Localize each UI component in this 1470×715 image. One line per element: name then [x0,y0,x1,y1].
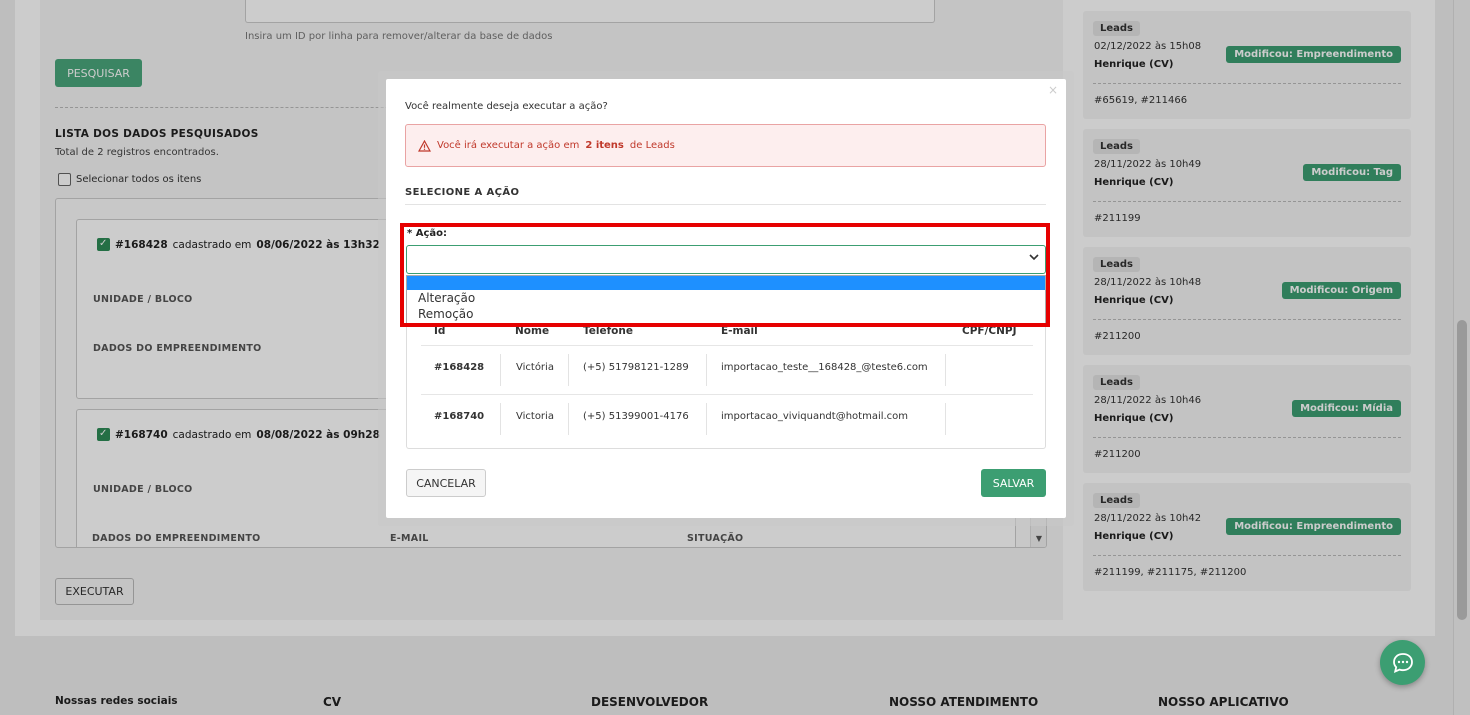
column-divider [706,354,707,386]
chat-button[interactable] [1380,640,1425,685]
confirm-modal: × Você realmente deseja executar a ação?… [386,79,1066,518]
cancel-button[interactable]: CANCELAR [406,469,486,497]
column-divider [945,403,946,435]
column-divider [568,403,569,435]
row-email: importacao_teste__168428_@teste6.com [721,362,928,373]
row-name: Victória [516,362,554,373]
alert-text-post: de Leads [629,140,675,151]
alert-text-count: 2 itens [585,140,624,151]
column-divider [500,403,501,435]
table-row: #168740 Victoria (+5) 51399001-4176 impo… [421,394,1033,442]
row-email: importacao_viviquandt@hotmail.com [721,411,909,422]
column-divider [500,354,501,386]
row-id: #168740 [434,411,485,422]
section-title: SELECIONE A AÇÃO [405,187,520,198]
save-button[interactable]: SALVAR [981,469,1046,497]
column-divider [945,354,946,386]
warning-alert: Você irá executar a ação em 2 itens de L… [405,124,1046,167]
items-table: Id Nome Telefone E-mail CPF/CNPJ #168428… [406,325,1046,449]
row-phone: (+5) 51399001-4176 [583,411,689,422]
highlight-frame [400,223,1050,327]
column-divider [568,354,569,386]
chat-icon [1392,652,1413,673]
alert-text-pre: Você irá executar a ação em [437,140,580,151]
section-divider [405,204,1046,205]
row-id: #168428 [434,362,485,373]
row-name: Victoria [516,411,554,422]
row-phone: (+5) 51798121-1289 [583,362,689,373]
confirm-text: Você realmente deseja executar a ação? [405,101,608,112]
close-icon[interactable]: × [1048,83,1058,97]
warning-icon [418,139,431,152]
column-divider [706,403,707,435]
table-row: #168428 Victória (+5) 51798121-1289 impo… [421,345,1033,393]
